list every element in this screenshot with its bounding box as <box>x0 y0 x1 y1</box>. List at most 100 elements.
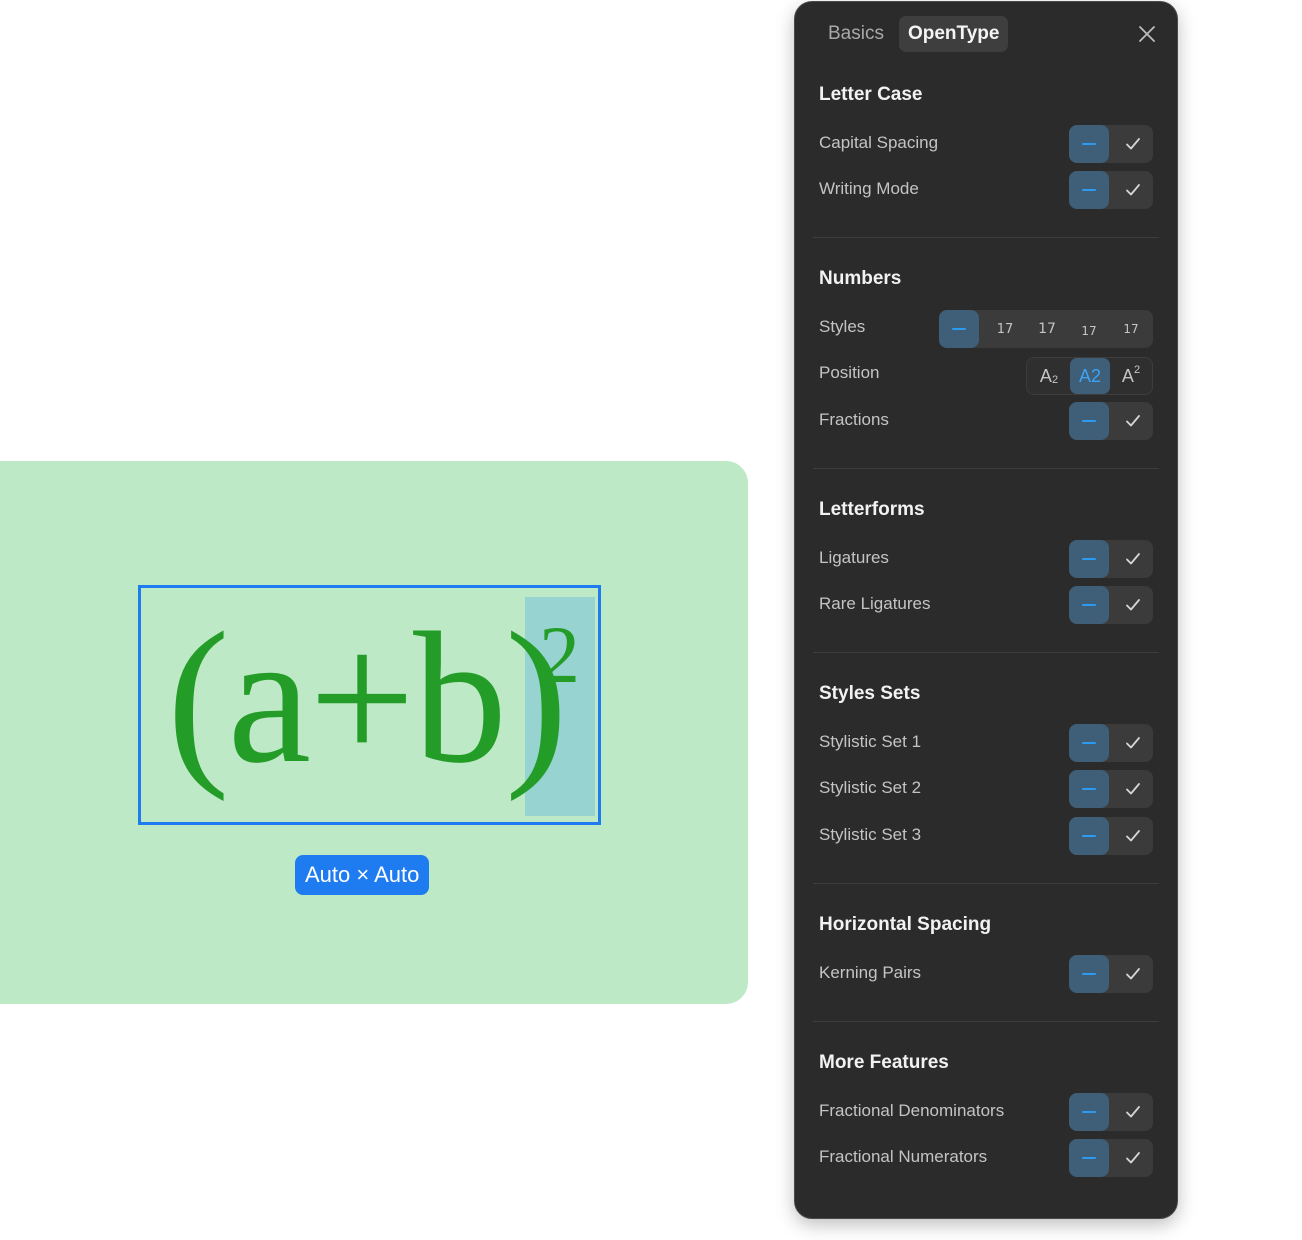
toggle-on-button[interactable] <box>1113 171 1153 209</box>
toggle-fractions <box>1069 402 1153 440</box>
row-label-fractional-numerators: Fractional Numerators <box>819 1147 988 1166</box>
section-title-letterforms: Letterforms <box>819 499 925 520</box>
toggle-on-button[interactable] <box>1113 1139 1153 1177</box>
toggle-on-button[interactable] <box>1113 955 1153 993</box>
toggle-on-button[interactable] <box>1113 402 1153 440</box>
toggle-off-button[interactable] <box>1069 770 1109 808</box>
toggle-off-button[interactable] <box>1069 955 1109 993</box>
position-option-subscript[interactable]: A2 <box>1029 358 1069 394</box>
toggle-kerning-pairs <box>1069 955 1153 993</box>
formula-text[interactable]: (a+b) <box>167 598 568 798</box>
row-label-writing-mode: Writing Mode <box>819 179 919 198</box>
check-icon <box>1126 415 1140 427</box>
dash-icon <box>1082 143 1096 145</box>
toggle-on-button[interactable] <box>1113 586 1153 624</box>
check-icon <box>1126 737 1140 749</box>
styles-option-none[interactable] <box>939 310 979 348</box>
subscript-base: A <box>1039 365 1052 386</box>
size-badge: Auto × Auto <box>295 855 430 895</box>
row-label-stylistic-set-1: Stylistic Set 1 <box>819 732 922 751</box>
toggle-capital-spacing <box>1069 125 1153 163</box>
number-styles-selector: 17 17 17 17 <box>939 310 1153 348</box>
row-label-position: Position <box>819 363 880 382</box>
section-title-styles-sets: Styles Sets <box>819 683 921 704</box>
dash-icon <box>1082 189 1096 191</box>
toggle-off-button[interactable] <box>1069 1093 1109 1131</box>
check-icon <box>1126 138 1140 150</box>
check-icon <box>1126 553 1140 565</box>
toggle-off-button[interactable] <box>1069 171 1109 209</box>
section-divider <box>813 237 1159 238</box>
toggle-fractional-numerators <box>1069 1139 1153 1177</box>
selected-text-box[interactable]: (a+b) 2 <box>138 585 601 825</box>
styles-option-oldstyle-tabular[interactable]: 17 <box>1111 310 1151 348</box>
close-icon[interactable] <box>1135 22 1159 46</box>
row-label-rare-ligatures: Rare Ligatures <box>819 594 931 613</box>
dash-icon <box>1082 835 1096 837</box>
toggle-off-button[interactable] <box>1069 402 1109 440</box>
toggle-off-button[interactable] <box>1069 586 1109 624</box>
toggle-off-button[interactable] <box>1069 817 1109 855</box>
styles-option-oldstyle-proportional[interactable]: 17 <box>1069 310 1109 348</box>
toggle-on-button[interactable] <box>1113 1093 1153 1131</box>
toggle-off-button[interactable] <box>1069 125 1109 163</box>
dash-icon <box>1082 604 1096 606</box>
dash-icon <box>1082 1157 1096 1159</box>
row-label-capital-spacing: Capital Spacing <box>819 133 939 152</box>
toggle-on-button[interactable] <box>1113 724 1153 762</box>
row-label-ligatures: Ligatures <box>819 548 889 567</box>
section-divider <box>813 652 1159 653</box>
dash-icon <box>1082 788 1096 790</box>
section-title-letter-case: Letter Case <box>819 84 923 105</box>
styles-option-lining-tabular[interactable]: 17 <box>1027 310 1067 348</box>
check-icon <box>1126 968 1140 980</box>
panel-tabs: Basics OpenType <box>819 16 1009 52</box>
row-label-styles: Styles <box>819 317 866 336</box>
row-label-stylistic-set-2: Stylistic Set 2 <box>819 778 922 797</box>
toggle-stylistic-set-1 <box>1069 724 1153 762</box>
check-icon <box>1126 830 1140 842</box>
row-label-fractional-denominators: Fractional Denominators <box>819 1101 1005 1120</box>
toggle-fractional-denominators <box>1069 1093 1153 1131</box>
section-divider <box>813 1021 1159 1022</box>
section-title-horizontal-spacing: Horizontal Spacing <box>819 914 992 935</box>
check-icon <box>1126 1106 1140 1118</box>
toggle-on-button[interactable] <box>1113 770 1153 808</box>
section-title-numbers: Numbers <box>819 268 902 289</box>
canvas-artboard[interactable]: (a+b) 2 Auto × Auto <box>0 461 748 1004</box>
toggle-writing-mode <box>1069 171 1153 209</box>
toggle-off-button[interactable] <box>1069 1139 1109 1177</box>
check-icon <box>1126 599 1140 611</box>
dash-icon <box>1082 742 1096 744</box>
check-icon <box>1126 184 1140 196</box>
subscript-mark: 2 <box>1051 374 1059 386</box>
section-divider <box>813 468 1159 469</box>
toggle-on-button[interactable] <box>1113 540 1153 578</box>
dash-icon <box>1082 420 1096 422</box>
styles-option-lining-proportional[interactable]: 17 <box>985 310 1025 348</box>
dash-icon <box>1082 558 1096 560</box>
section-divider <box>813 883 1159 884</box>
check-icon <box>1126 783 1140 795</box>
toggle-on-button[interactable] <box>1113 125 1153 163</box>
row-label-kerning-pairs: Kerning Pairs <box>819 963 922 982</box>
row-label-fractions: Fractions <box>819 410 889 429</box>
position-option-normal[interactable]: A2 <box>1070 358 1110 394</box>
toggle-on-button[interactable] <box>1113 817 1153 855</box>
toggle-stylistic-set-2 <box>1069 770 1153 808</box>
tab-basics[interactable]: Basics <box>819 16 893 52</box>
dash-icon <box>1082 973 1096 975</box>
check-icon <box>1126 1152 1140 1164</box>
toggle-off-button[interactable] <box>1069 724 1109 762</box>
tab-opentype[interactable]: OpenType <box>898 16 1009 52</box>
superscript-base: A <box>1121 365 1134 386</box>
toggle-rare-ligatures <box>1069 586 1153 624</box>
formula-superscript[interactable]: 2 <box>539 610 580 700</box>
dash-icon <box>1082 1111 1096 1113</box>
toggle-off-button[interactable] <box>1069 540 1109 578</box>
row-label-stylistic-set-3: Stylistic Set 3 <box>819 825 922 844</box>
position-option-superscript[interactable]: A2 <box>1111 358 1151 394</box>
number-position-selector: A2 A2 A2 <box>1026 357 1153 395</box>
opentype-panel: Basics OpenType Letter Case Capital Spac… <box>794 1 1178 1219</box>
section-title-more-features: More Features <box>819 1052 949 1073</box>
